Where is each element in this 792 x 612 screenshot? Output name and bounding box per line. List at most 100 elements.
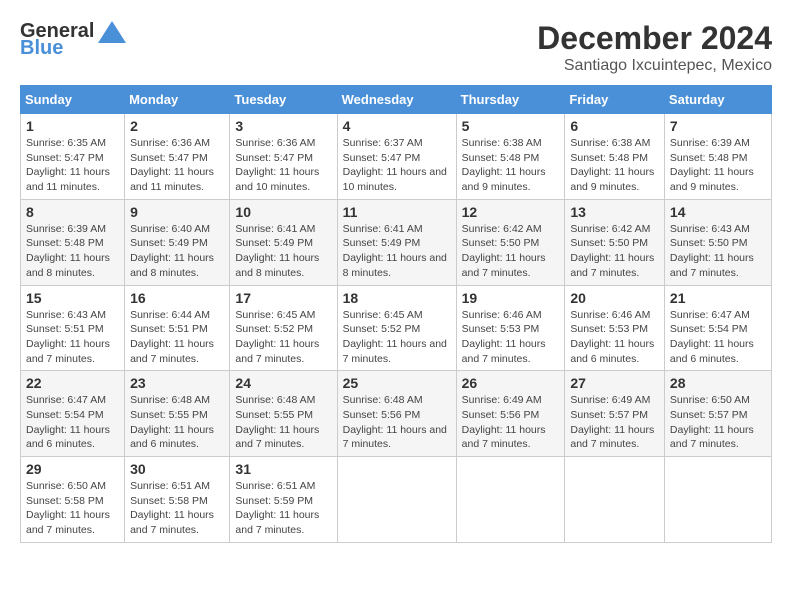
day-number: 20 — [570, 290, 659, 306]
day-number: 12 — [462, 204, 560, 220]
day-cell-21: 21 Sunrise: 6:47 AMSunset: 5:54 PMDaylig… — [664, 285, 771, 371]
header-monday: Monday — [125, 86, 230, 114]
day-number: 11 — [343, 204, 451, 220]
day-detail: Sunrise: 6:45 AMSunset: 5:52 PMDaylight:… — [343, 308, 451, 367]
day-cell-30: 30 Sunrise: 6:51 AMSunset: 5:58 PMDaylig… — [125, 457, 230, 543]
header-friday: Friday — [565, 86, 665, 114]
day-number: 28 — [670, 375, 766, 391]
day-detail: Sunrise: 6:49 AMSunset: 5:56 PMDaylight:… — [462, 393, 560, 452]
day-detail: Sunrise: 6:49 AMSunset: 5:57 PMDaylight:… — [570, 393, 659, 452]
day-cell-20: 20 Sunrise: 6:46 AMSunset: 5:53 PMDaylig… — [565, 285, 665, 371]
day-cell-13: 13 Sunrise: 6:42 AMSunset: 5:50 PMDaylig… — [565, 199, 665, 285]
day-detail: Sunrise: 6:42 AMSunset: 5:50 PMDaylight:… — [570, 222, 659, 281]
day-number: 2 — [130, 118, 224, 134]
day-cell-16: 16 Sunrise: 6:44 AMSunset: 5:51 PMDaylig… — [125, 285, 230, 371]
header-row: Sunday Monday Tuesday Wednesday Thursday… — [21, 86, 772, 114]
day-number: 15 — [26, 290, 119, 306]
day-cell-5: 5 Sunrise: 6:38 AMSunset: 5:48 PMDayligh… — [456, 114, 565, 200]
day-detail: Sunrise: 6:43 AMSunset: 5:51 PMDaylight:… — [26, 308, 119, 367]
day-detail: Sunrise: 6:38 AMSunset: 5:48 PMDaylight:… — [570, 136, 659, 195]
header-sunday: Sunday — [21, 86, 125, 114]
day-number: 17 — [235, 290, 331, 306]
day-cell-31: 31 Sunrise: 6:51 AMSunset: 5:59 PMDaylig… — [230, 457, 337, 543]
day-number: 22 — [26, 375, 119, 391]
day-number: 25 — [343, 375, 451, 391]
location-title: Santiago Ixcuintepec, Mexico — [537, 57, 772, 75]
day-detail: Sunrise: 6:48 AMSunset: 5:55 PMDaylight:… — [235, 393, 331, 452]
day-detail: Sunrise: 6:36 AMSunset: 5:47 PMDaylight:… — [235, 136, 331, 195]
day-cell-17: 17 Sunrise: 6:45 AMSunset: 5:52 PMDaylig… — [230, 285, 337, 371]
day-detail: Sunrise: 6:39 AMSunset: 5:48 PMDaylight:… — [670, 136, 766, 195]
calendar-week-1: 1 Sunrise: 6:35 AMSunset: 5:47 PMDayligh… — [21, 114, 772, 200]
day-cell-22: 22 Sunrise: 6:47 AMSunset: 5:54 PMDaylig… — [21, 371, 125, 457]
day-detail: Sunrise: 6:42 AMSunset: 5:50 PMDaylight:… — [462, 222, 560, 281]
day-detail: Sunrise: 6:35 AMSunset: 5:47 PMDaylight:… — [26, 136, 119, 195]
day-number: 23 — [130, 375, 224, 391]
day-cell-9: 9 Sunrise: 6:40 AMSunset: 5:49 PMDayligh… — [125, 199, 230, 285]
day-detail: Sunrise: 6:41 AMSunset: 5:49 PMDaylight:… — [343, 222, 451, 281]
day-detail: Sunrise: 6:47 AMSunset: 5:54 PMDaylight:… — [670, 308, 766, 367]
day-number: 4 — [343, 118, 451, 134]
day-number: 3 — [235, 118, 331, 134]
day-detail: Sunrise: 6:38 AMSunset: 5:48 PMDaylight:… — [462, 136, 560, 195]
day-number: 18 — [343, 290, 451, 306]
day-cell-12: 12 Sunrise: 6:42 AMSunset: 5:50 PMDaylig… — [456, 199, 565, 285]
day-cell-4: 4 Sunrise: 6:37 AMSunset: 5:47 PMDayligh… — [337, 114, 456, 200]
day-number: 30 — [130, 461, 224, 477]
empty-cell — [565, 457, 665, 543]
day-number: 13 — [570, 204, 659, 220]
header-wednesday: Wednesday — [337, 86, 456, 114]
day-number: 1 — [26, 118, 119, 134]
day-cell-15: 15 Sunrise: 6:43 AMSunset: 5:51 PMDaylig… — [21, 285, 125, 371]
day-detail: Sunrise: 6:51 AMSunset: 5:59 PMDaylight:… — [235, 479, 331, 538]
calendar-table: Sunday Monday Tuesday Wednesday Thursday… — [20, 85, 772, 543]
day-cell-8: 8 Sunrise: 6:39 AMSunset: 5:48 PMDayligh… — [21, 199, 125, 285]
day-detail: Sunrise: 6:48 AMSunset: 5:56 PMDaylight:… — [343, 393, 451, 452]
day-cell-26: 26 Sunrise: 6:49 AMSunset: 5:56 PMDaylig… — [456, 371, 565, 457]
day-detail: Sunrise: 6:46 AMSunset: 5:53 PMDaylight:… — [462, 308, 560, 367]
day-number: 9 — [130, 204, 224, 220]
day-detail: Sunrise: 6:45 AMSunset: 5:52 PMDaylight:… — [235, 308, 331, 367]
day-detail: Sunrise: 6:44 AMSunset: 5:51 PMDaylight:… — [130, 308, 224, 367]
day-number: 29 — [26, 461, 119, 477]
calendar-week-4: 22 Sunrise: 6:47 AMSunset: 5:54 PMDaylig… — [21, 371, 772, 457]
header-tuesday: Tuesday — [230, 86, 337, 114]
day-number: 27 — [570, 375, 659, 391]
logo: General Blue — [20, 20, 126, 60]
logo-blue: Blue — [20, 37, 63, 60]
empty-cell — [456, 457, 565, 543]
calendar-week-2: 8 Sunrise: 6:39 AMSunset: 5:48 PMDayligh… — [21, 199, 772, 285]
day-cell-2: 2 Sunrise: 6:36 AMSunset: 5:47 PMDayligh… — [125, 114, 230, 200]
day-cell-24: 24 Sunrise: 6:48 AMSunset: 5:55 PMDaylig… — [230, 371, 337, 457]
day-number: 6 — [570, 118, 659, 134]
day-number: 8 — [26, 204, 119, 220]
day-cell-25: 25 Sunrise: 6:48 AMSunset: 5:56 PMDaylig… — [337, 371, 456, 457]
day-cell-18: 18 Sunrise: 6:45 AMSunset: 5:52 PMDaylig… — [337, 285, 456, 371]
day-detail: Sunrise: 6:39 AMSunset: 5:48 PMDaylight:… — [26, 222, 119, 281]
calendar-week-3: 15 Sunrise: 6:43 AMSunset: 5:51 PMDaylig… — [21, 285, 772, 371]
logo-icon — [98, 21, 126, 43]
day-detail: Sunrise: 6:40 AMSunset: 5:49 PMDaylight:… — [130, 222, 224, 281]
day-cell-3: 3 Sunrise: 6:36 AMSunset: 5:47 PMDayligh… — [230, 114, 337, 200]
day-detail: Sunrise: 6:48 AMSunset: 5:55 PMDaylight:… — [130, 393, 224, 452]
day-number: 5 — [462, 118, 560, 134]
title-area: December 2024 Santiago Ixcuintepec, Mexi… — [537, 20, 772, 75]
day-number: 10 — [235, 204, 331, 220]
day-cell-7: 7 Sunrise: 6:39 AMSunset: 5:48 PMDayligh… — [664, 114, 771, 200]
day-cell-28: 28 Sunrise: 6:50 AMSunset: 5:57 PMDaylig… — [664, 371, 771, 457]
header: General Blue December 2024 Santiago Ixcu… — [20, 20, 772, 75]
day-detail: Sunrise: 6:43 AMSunset: 5:50 PMDaylight:… — [670, 222, 766, 281]
calendar-week-5: 29 Sunrise: 6:50 AMSunset: 5:58 PMDaylig… — [21, 457, 772, 543]
header-thursday: Thursday — [456, 86, 565, 114]
day-detail: Sunrise: 6:51 AMSunset: 5:58 PMDaylight:… — [130, 479, 224, 538]
day-number: 7 — [670, 118, 766, 134]
day-detail: Sunrise: 6:41 AMSunset: 5:49 PMDaylight:… — [235, 222, 331, 281]
day-cell-19: 19 Sunrise: 6:46 AMSunset: 5:53 PMDaylig… — [456, 285, 565, 371]
day-number: 14 — [670, 204, 766, 220]
day-cell-27: 27 Sunrise: 6:49 AMSunset: 5:57 PMDaylig… — [565, 371, 665, 457]
month-title: December 2024 — [537, 20, 772, 57]
day-detail: Sunrise: 6:50 AMSunset: 5:58 PMDaylight:… — [26, 479, 119, 538]
day-cell-11: 11 Sunrise: 6:41 AMSunset: 5:49 PMDaylig… — [337, 199, 456, 285]
day-number: 24 — [235, 375, 331, 391]
day-detail: Sunrise: 6:46 AMSunset: 5:53 PMDaylight:… — [570, 308, 659, 367]
